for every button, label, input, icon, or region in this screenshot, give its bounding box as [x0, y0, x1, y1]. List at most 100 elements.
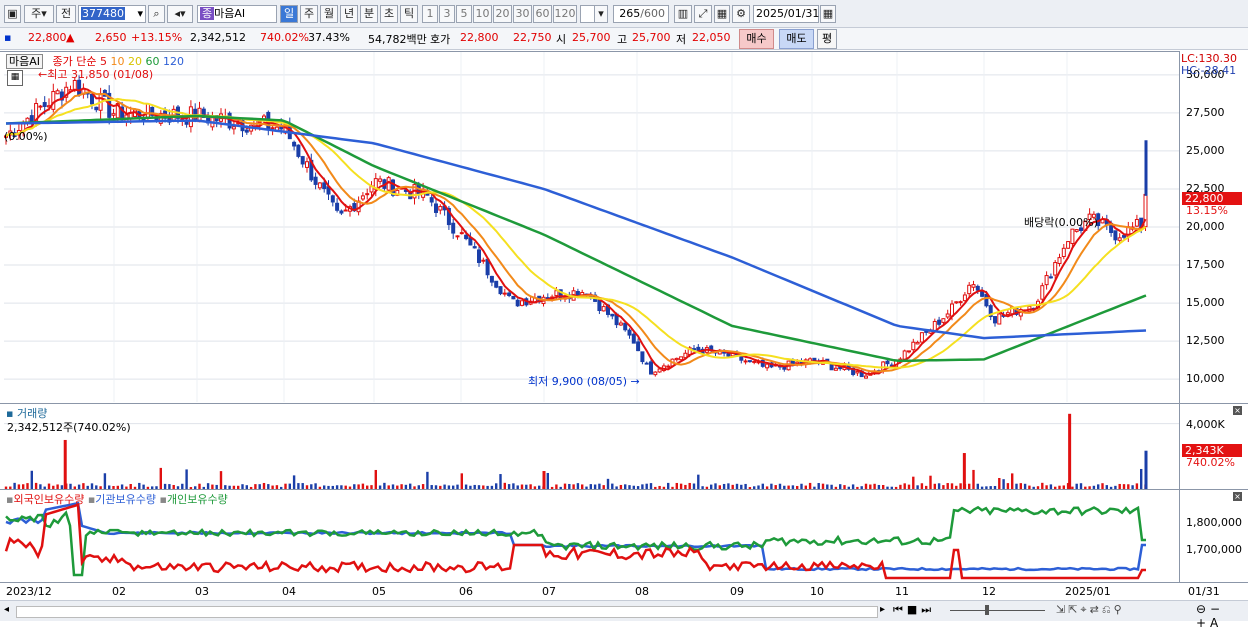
x-tick-label: 06 — [459, 585, 473, 598]
volume-bar — [546, 472, 549, 489]
sell-button[interactable]: 매도 — [779, 29, 814, 49]
candle-type-icon[interactable]: ▥ — [674, 5, 692, 23]
interval-60[interactable]: 60 — [533, 5, 552, 23]
candle — [752, 360, 757, 363]
candle — [51, 91, 56, 110]
zoom-controls[interactable]: ⊖−+A — [1196, 602, 1248, 630]
candle — [907, 350, 911, 353]
period-tab-month[interactable]: 월 — [320, 5, 338, 23]
price-ytick: 12,500 — [1186, 334, 1225, 348]
interval-5[interactable]: 5 — [456, 5, 472, 23]
candle — [644, 362, 649, 365]
interval-120[interactable]: 120 — [553, 5, 577, 23]
x-tick-label: 09 — [730, 585, 744, 598]
x-tick-label: 05 — [372, 585, 386, 598]
candle — [472, 246, 477, 249]
x-tick-label: 07 — [542, 585, 556, 598]
candle — [313, 176, 318, 185]
x-tick-label: 11 — [895, 585, 909, 598]
candle — [919, 332, 924, 343]
volume-bar — [185, 469, 188, 489]
close-pane-icon-2[interactable]: × — [1233, 492, 1242, 501]
period-tab-day[interactable]: 일 — [280, 5, 298, 23]
period-tab-second[interactable]: 초 — [380, 5, 398, 23]
zoom-slider[interactable] — [950, 610, 1045, 611]
layout-icon[interactable]: ▦ — [714, 5, 730, 23]
dividend-annotation: 배당락(0.00%) — [1024, 216, 1098, 229]
x-tick-label: 12 — [982, 585, 996, 598]
candle — [305, 161, 309, 168]
candle — [378, 178, 383, 182]
period-tab-week[interactable]: 주 — [300, 5, 318, 23]
candle — [993, 316, 997, 324]
quote-change-pct: +13.15% — [131, 31, 183, 44]
draw-tool-icon[interactable]: ⤢ — [694, 5, 712, 23]
candle — [292, 141, 297, 147]
calendar-icon[interactable]: ▦ — [820, 5, 836, 23]
playback-controls[interactable]: ⏮■⏭ — [893, 603, 935, 617]
candle — [498, 286, 503, 295]
quote-bid-label: 호가 — [430, 33, 451, 46]
buy-button[interactable]: 매수 — [739, 29, 774, 49]
window-menu-icon[interactable]: ▣ — [4, 5, 21, 23]
quote-vol-ratio: 740.02% — [260, 31, 309, 44]
interval-20[interactable]: 20 — [493, 5, 512, 23]
holdings-ytick-1800000: 1,800,000 — [1186, 516, 1242, 529]
interval-10[interactable]: 10 — [473, 5, 492, 23]
market-select[interactable]: 주▾ — [24, 5, 54, 23]
scrollbar[interactable] — [16, 606, 878, 618]
stock-name-field[interactable]: 종 마음AI — [197, 5, 277, 23]
candle — [627, 329, 632, 336]
close-pane-icon[interactable]: × — [1233, 406, 1242, 415]
candle — [597, 299, 602, 311]
grid-toggle-icon[interactable]: ▦ — [7, 70, 23, 86]
price-ytick: 20,000 — [1186, 220, 1225, 233]
candle — [145, 103, 150, 118]
candle — [1134, 218, 1139, 227]
volume-bar — [374, 469, 377, 489]
avg-button[interactable]: 평 — [817, 29, 837, 49]
scroll-left-icon[interactable]: ◂ — [4, 604, 9, 615]
candle — [520, 300, 524, 306]
quote-ask: 22,800 — [460, 31, 499, 44]
candle — [915, 341, 920, 345]
candle — [1122, 235, 1126, 238]
candle — [631, 333, 636, 344]
candle — [1044, 275, 1049, 286]
volume-bar — [929, 475, 932, 489]
x-tick-label: 2025/01 — [1065, 585, 1111, 598]
interval-30[interactable]: 30 — [513, 5, 532, 23]
candle — [451, 222, 456, 234]
stock-code-input[interactable]: 377480 ▾ — [78, 5, 146, 23]
zoom-slider-handle[interactable] — [985, 605, 989, 615]
search-icon[interactable]: ⌕ — [148, 5, 165, 23]
x-tick-label: 03 — [195, 585, 209, 598]
low-annotation: 최저 9,900 (08/05) → — [528, 375, 640, 388]
period-tab-minute[interactable]: 분 — [360, 5, 378, 23]
candle — [77, 79, 82, 96]
candle — [855, 370, 860, 374]
data-count-field[interactable]: 265/600 — [613, 5, 669, 23]
gear-icon[interactable]: ⚙ — [732, 5, 750, 23]
scroll-right-icon[interactable]: ▸ — [880, 604, 885, 615]
candle — [937, 319, 942, 325]
toolbar: ▣ 주▾ 전 377480 ▾ ⌕ ◂▾ 종 마음AI 일 주 월 년 분 초 틱 … — [0, 0, 1248, 28]
period-tab-tick[interactable]: 틱 — [400, 5, 418, 23]
custom-interval-dropdown[interactable]: ▾ — [594, 5, 608, 23]
interval-1[interactable]: 1 — [422, 5, 438, 23]
volume-spike — [1068, 413, 1072, 489]
interval-3[interactable]: 3 — [439, 5, 455, 23]
candle — [945, 313, 950, 318]
sound-icon[interactable]: ◂▾ — [167, 5, 193, 23]
legend-ma120: 120 — [163, 55, 184, 68]
candle — [296, 144, 301, 157]
prev-button[interactable]: 전 — [56, 5, 76, 23]
quote-high: 25,700 — [632, 31, 671, 44]
date-field[interactable]: 2025/01/31 — [753, 5, 819, 23]
candle — [747, 360, 752, 363]
period-tab-year[interactable]: 년 — [340, 5, 358, 23]
volume-spike — [542, 471, 546, 489]
candle — [270, 127, 275, 130]
candle — [502, 292, 507, 295]
drawing-tools[interactable]: ⇲⇱⌖⇄⎌⚲ — [1056, 603, 1125, 617]
